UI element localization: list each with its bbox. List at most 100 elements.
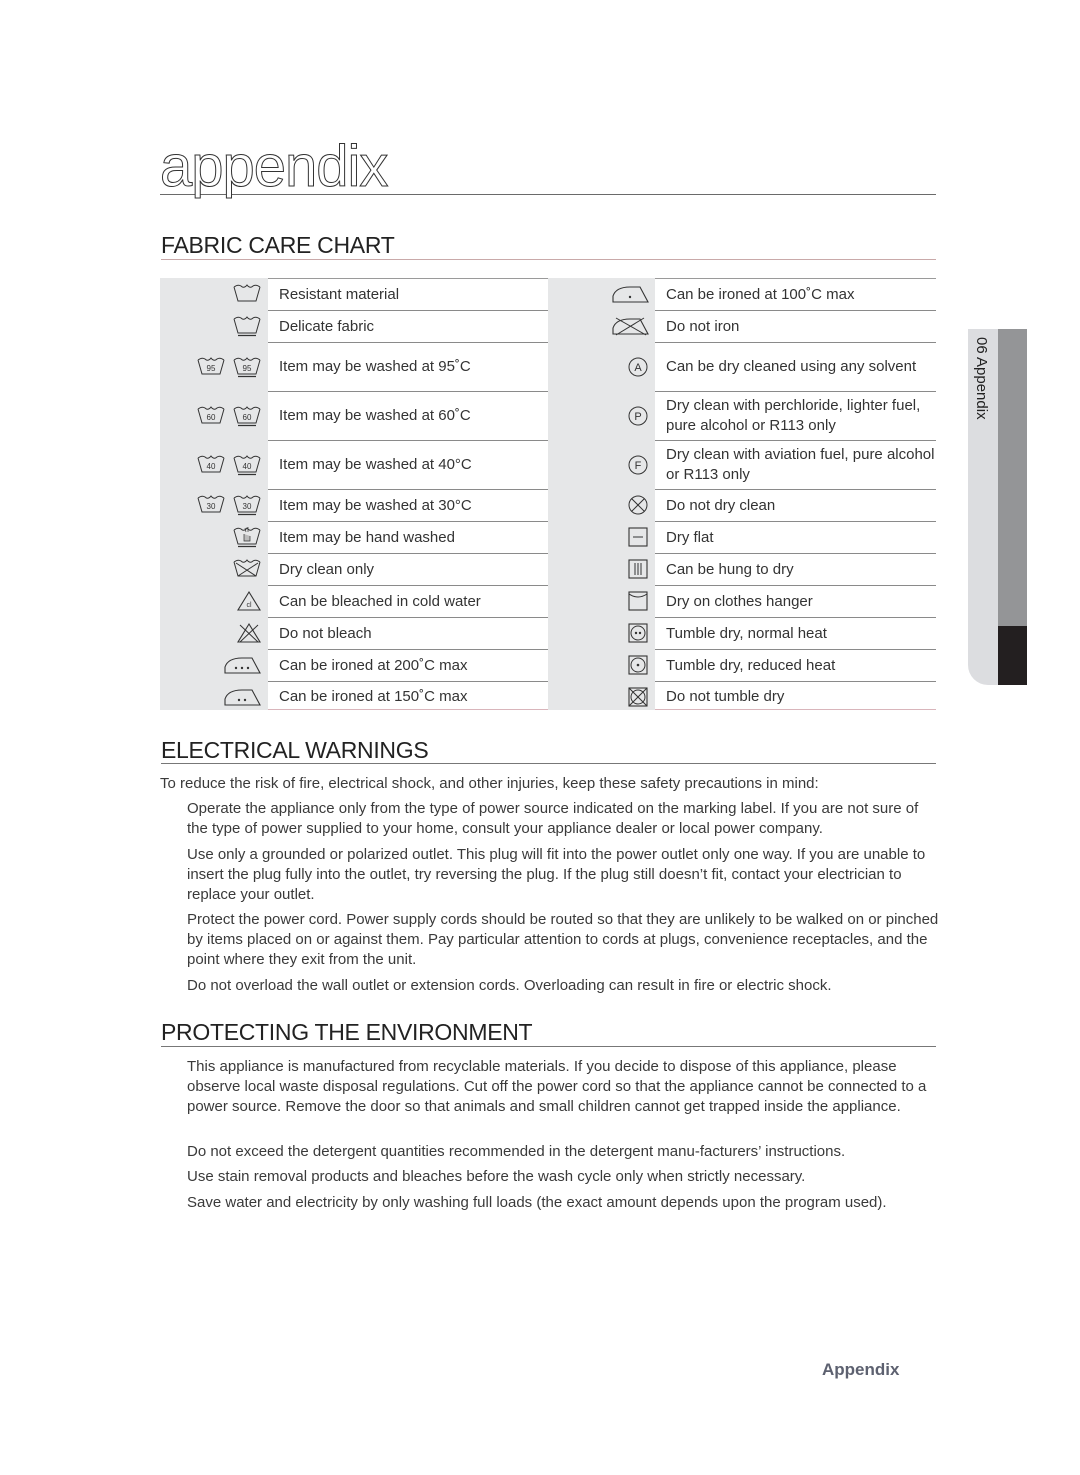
svg-text:F: F <box>635 460 642 472</box>
dry-clean-p-icon: P <box>626 404 650 428</box>
care-row: cl Can be bleached in cold water <box>160 585 548 617</box>
care-icons <box>160 278 268 310</box>
care-icons: F <box>548 440 656 489</box>
care-label: Do not tumble dry <box>655 681 936 712</box>
care-icons: A <box>548 342 656 391</box>
dry-clean-f-icon: F <box>626 453 650 477</box>
electrical-intro: To reduce the risk of fire, electrical s… <box>160 775 819 792</box>
care-row: Dry flat <box>548 521 936 553</box>
care-label: Delicate fabric <box>268 310 548 342</box>
care-icons <box>160 649 268 681</box>
iron-150-icon <box>222 686 262 708</box>
electrical-item: Use only a grounded or polarized outlet.… <box>187 846 926 903</box>
care-icons <box>548 489 656 521</box>
wash-tub-icon <box>232 282 262 306</box>
care-icons <box>548 553 656 585</box>
chart-bottom-rule <box>655 709 936 710</box>
care-row: Dry clean only <box>160 553 548 585</box>
wash-95-delicate-icon: 95 <box>232 355 262 379</box>
care-row: Tumble dry, reduced heat <box>548 649 936 681</box>
heading-rule <box>161 763 936 764</box>
care-row: Can be ironed at 200˚C max <box>160 649 548 681</box>
care-icons <box>160 521 268 553</box>
fabric-care-heading: FABRIC CARE CHART <box>161 232 936 260</box>
heading-rule <box>161 1046 936 1047</box>
care-icons <box>160 617 268 649</box>
electrical-item: Operate the appliance only from the type… <box>187 800 919 837</box>
care-label: Resistant material <box>268 278 548 310</box>
care-label: Dry clean with aviation fuel, pure alcoh… <box>655 440 936 489</box>
do-not-bleach-icon <box>236 621 262 645</box>
care-row: 95 95 Item may be washed at 95˚C <box>160 342 548 391</box>
care-label: Dry clean with perchloride, lighter fuel… <box>655 391 936 440</box>
care-icons: 95 95 <box>160 342 268 391</box>
wash-tub-delicate-icon <box>232 314 262 338</box>
svg-text:P: P <box>634 411 641 423</box>
svg-text:95: 95 <box>243 364 252 373</box>
svg-text:30: 30 <box>243 502 252 511</box>
care-row: Can be hung to dry <box>548 553 936 585</box>
care-row: Do not tumble dry <box>548 681 936 712</box>
care-icons: P <box>548 391 656 440</box>
care-icons <box>548 649 656 681</box>
dry-clean-only-icon <box>232 557 262 581</box>
fabric-care-right-column: Can be ironed at 100˚C max Do not iron A Ca… <box>548 278 936 710</box>
svg-text:95: 95 <box>207 364 216 373</box>
care-label: Dry flat <box>655 521 936 553</box>
svg-text:30: 30 <box>207 502 216 511</box>
care-label: Can be dry cleaned using any solvent <box>655 342 936 391</box>
environment-item: This appliance is manufactured from recy… <box>187 1058 927 1115</box>
care-row: Delicate fabric <box>160 310 548 342</box>
chart-bottom-rule <box>268 709 548 710</box>
iron-200-icon <box>222 654 262 676</box>
fabric-care-heading-text: FABRIC CARE CHART <box>161 232 395 258</box>
tumble-dry-reduced-icon <box>626 653 650 677</box>
svg-text:40: 40 <box>243 462 252 471</box>
care-row: Dry on clothes hanger <box>548 585 936 617</box>
bleach-cold-icon: cl <box>236 589 262 613</box>
care-row: 60 60 Item may be washed at 60˚C <box>160 391 548 440</box>
svg-text:60: 60 <box>207 413 216 422</box>
do-not-iron-icon <box>610 315 650 337</box>
care-row: 30 30 Item may be washed at 30°C <box>160 489 548 521</box>
hang-dry-icon <box>626 557 650 581</box>
environment-item: Do not exceed the detergent quantities r… <box>187 1143 846 1160</box>
care-icons <box>160 681 268 712</box>
do-not-dry-clean-icon <box>626 493 650 517</box>
tumble-dry-normal-icon <box>626 621 650 645</box>
side-tab-label: 06 Appendix <box>973 337 990 420</box>
side-tab-mid <box>998 329 1027 626</box>
care-label: Do not iron <box>655 310 936 342</box>
care-icons: 40 40 <box>160 440 268 489</box>
care-label: Can be ironed at 200˚C max <box>268 649 548 681</box>
care-row: 40 40 Item may be washed at 40°C <box>160 440 548 489</box>
care-label: Item may be washed at 30°C <box>268 489 548 521</box>
environment-item: Save water and electricity by only washi… <box>187 1194 887 1211</box>
care-label: Can be ironed at 100˚C max <box>655 278 936 310</box>
side-tab-dark <box>998 626 1027 685</box>
care-icons <box>548 681 656 712</box>
dry-on-hanger-icon <box>626 589 650 613</box>
care-row: Do not iron <box>548 310 936 342</box>
care-icons: 60 60 <box>160 391 268 440</box>
wash-60-delicate-icon: 60 <box>232 404 262 428</box>
electrical-warnings-heading: ELECTRICAL WARNINGS <box>161 737 936 764</box>
care-row: P Dry clean with perchloride, lighter fue… <box>548 391 936 440</box>
footer-section-label: Appendix <box>822 1360 900 1379</box>
wash-30-icon: 30 <box>196 493 226 517</box>
chapter-side-tab[interactable]: 06 Appendix <box>968 329 1027 685</box>
environment-item: Use stain removal products and bleaches … <box>187 1168 806 1185</box>
wash-95-icon: 95 <box>196 355 226 379</box>
care-label: Item may be washed at 60˚C <box>268 391 548 440</box>
page-title-text: appendix <box>159 134 388 200</box>
care-row: Do not bleach <box>160 617 548 649</box>
care-label: Tumble dry, normal heat <box>655 617 936 649</box>
care-label: Item may be washed at 95˚C <box>268 342 548 391</box>
fabric-care-chart: Resistant material Delicate fabric 95 95 Ite… <box>160 278 936 710</box>
care-label: Item may be washed at 40°C <box>268 440 548 489</box>
care-label: Dry clean only <box>268 553 548 585</box>
care-label: Do not dry clean <box>655 489 936 521</box>
care-row: Tumble dry, normal heat <box>548 617 936 649</box>
care-icons <box>548 521 656 553</box>
fabric-care-left-column: Resistant material Delicate fabric 95 95 Ite… <box>160 278 548 710</box>
